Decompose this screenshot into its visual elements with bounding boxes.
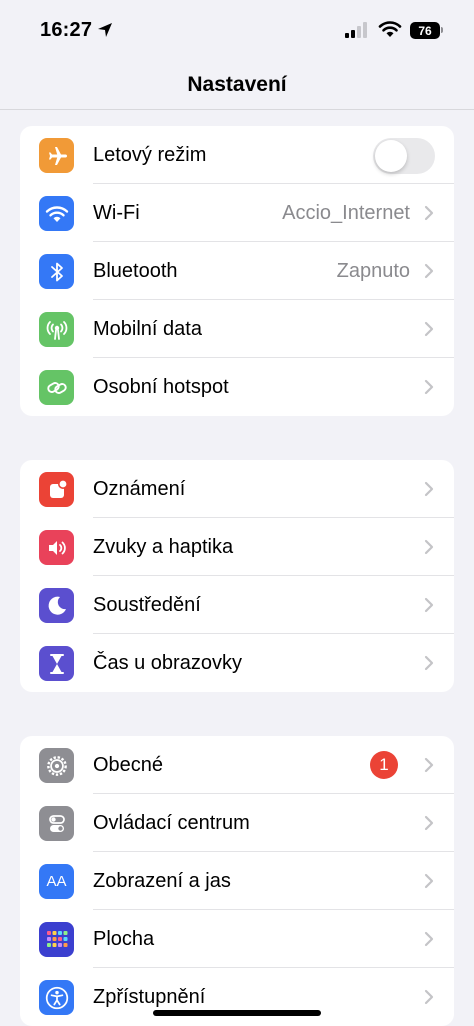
accessibility-icon [39,980,74,1015]
settings-row-label: Čas u obrazovky [93,651,242,674]
connectivity-group: Letový režim Wi-Fi Accio_Internet Blueto… [20,126,454,416]
settings-row-mobile-data[interactable]: Mobilní data [20,300,454,358]
chevron-right-icon [424,655,434,671]
chevron-right-icon [424,873,434,889]
chevron-right-icon [424,757,434,773]
chevron-right-icon [424,597,434,613]
cellular-signal-icon [345,22,367,38]
settings-row-control-center[interactable]: Ovládací centrum [20,794,454,852]
toggle-knob [375,140,407,172]
settings-row-label: Bluetooth [93,259,178,282]
antenna-icon [39,312,74,347]
settings-row-label: Letový režim [93,143,207,166]
bell-icon [39,472,74,507]
airplane-mode-toggle[interactable] [373,138,435,174]
home-indicator[interactable] [153,1010,321,1016]
settings-row-label: Wi-Fi [93,201,140,224]
settings-row-value: Accio_Internet [282,201,410,224]
chevron-right-icon [424,815,434,831]
gear-icon [39,748,74,783]
speaker-icon [39,530,74,565]
settings-row-display-brightness[interactable]: AA Zobrazení a jas [20,852,454,910]
general-group: Obecné 1 Ovládací centrum AA Zobrazení a… [20,736,454,1026]
bluetooth-icon [39,254,74,289]
moon-icon [39,588,74,623]
wifi-status-icon [378,21,402,37]
settings-row-label: Zpřístupnění [93,985,206,1008]
wifi-icon [39,196,74,231]
chevron-right-icon [424,205,434,221]
settings-row-home-screen[interactable]: Plocha [20,910,454,968]
settings-row-label: Osobní hotspot [93,375,229,398]
status-bar: 16:27 76 [0,0,474,60]
settings-row-general[interactable]: Obecné 1 [20,736,454,794]
settings-row-label: Zvuky a haptika [93,535,234,558]
chevron-right-icon [424,481,434,497]
settings-row-notifications[interactable]: Oznámení [20,460,454,518]
navigation-bar: Nastavení [0,60,474,110]
battery-level: 76 [418,23,432,38]
chevron-right-icon [424,931,434,947]
chevron-right-icon [424,539,434,555]
airplane-icon [39,138,74,173]
aa-icon: AA [39,864,74,899]
settings-row-screen-time[interactable]: Čas u obrazovky [20,634,454,692]
hourglass-icon [39,646,74,681]
home-screen-icon [39,922,74,957]
chevron-right-icon [424,263,434,279]
notifications-group: Oznámení Zvuky a haptika Soustředění Čas… [20,460,454,692]
settings-row-sounds[interactable]: Zvuky a haptika [20,518,454,576]
location-arrow-icon [98,23,112,37]
settings-row-label: Zobrazení a jas [93,869,231,892]
aa-icon-text: AA [46,873,67,890]
status-time: 16:27 [40,19,93,41]
settings-row-label: Plocha [93,927,155,950]
settings-row-label: Obecné [93,753,164,776]
settings-row-airplane-mode[interactable]: Letový režim [20,126,454,184]
settings-row-bluetooth[interactable]: Bluetooth Zapnuto [20,242,454,300]
settings-row-label: Ovládací centrum [93,811,250,834]
chevron-right-icon [424,379,434,395]
chevron-right-icon [424,321,434,337]
settings-row-wifi[interactable]: Wi-Fi Accio_Internet [20,184,454,242]
notification-badge: 1 [370,751,398,779]
switches-icon [39,806,74,841]
settings-row-personal-hotspot[interactable]: Osobní hotspot [20,358,454,416]
settings-row-value: Zapnuto [336,259,410,282]
battery-indicator: 76 [410,22,440,39]
settings-row-label: Oznámení [93,477,186,500]
settings-row-focus[interactable]: Soustředění [20,576,454,634]
page-title: Nastavení [187,72,287,96]
settings-row-label: Mobilní data [93,317,202,340]
battery-tip [441,27,443,33]
settings-row-accessibility[interactable]: Zpřístupnění [20,968,454,1026]
chevron-right-icon [424,989,434,1005]
hotspot-icon [39,370,74,405]
settings-row-label: Soustředění [93,593,201,616]
